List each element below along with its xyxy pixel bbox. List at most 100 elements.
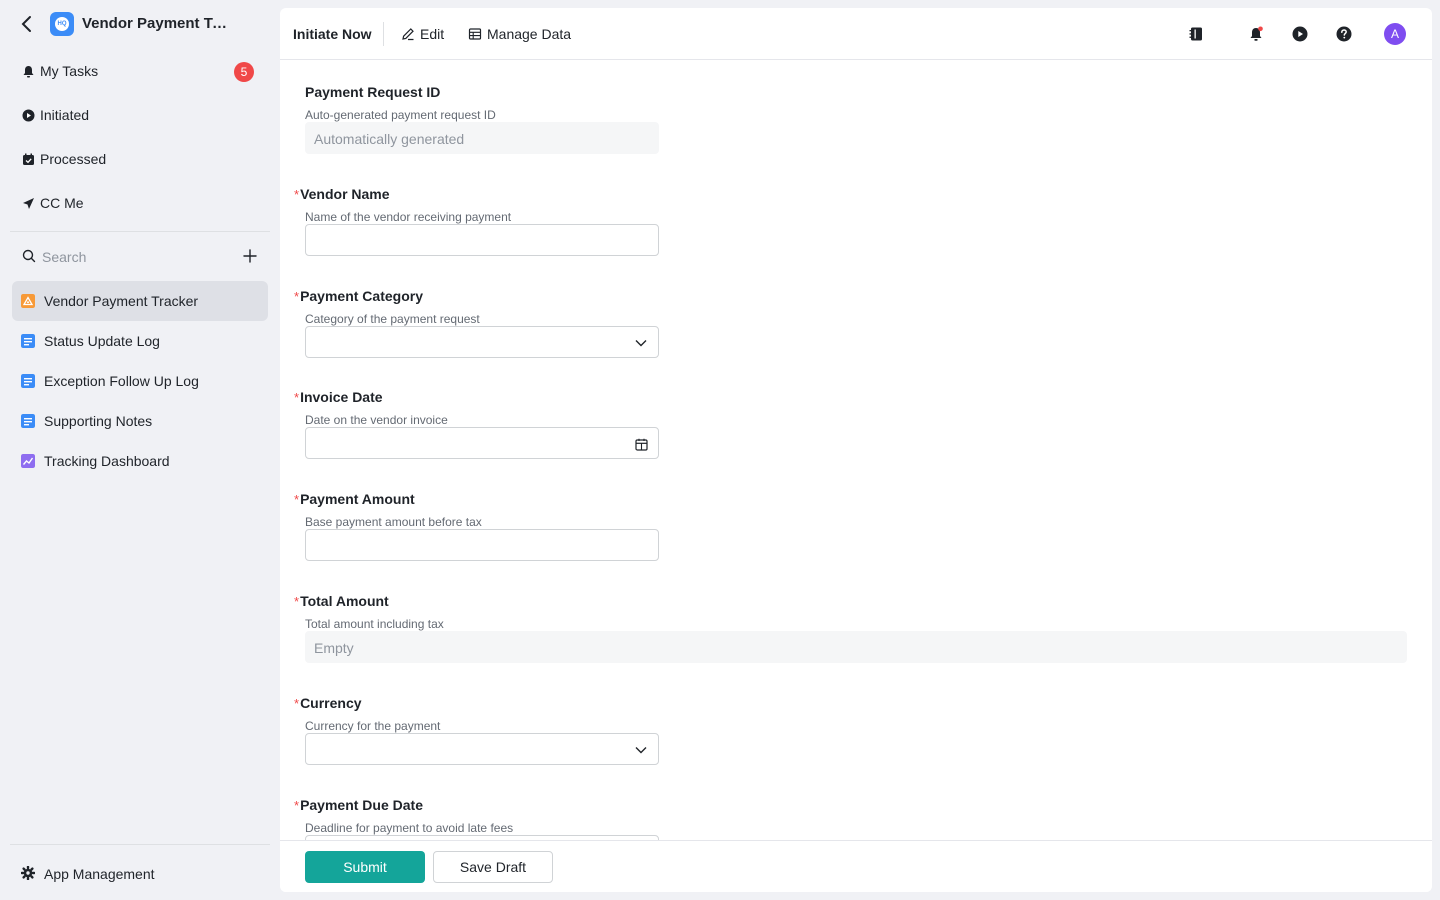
- chevron-left-icon: [21, 16, 31, 32]
- calendar-icon: [634, 437, 648, 451]
- page-label: Exception Follow Up Log: [44, 373, 199, 389]
- required-mark: *: [294, 696, 300, 711]
- sidebar: HQ Vendor Payment Tra... My Tasks 5 Init…: [0, 0, 280, 900]
- field-description: Category of the payment request: [305, 312, 480, 326]
- chart-icon: [21, 454, 35, 468]
- user-avatar[interactable]: A: [1384, 23, 1406, 45]
- field-description: Currency for the payment: [305, 719, 441, 733]
- invoice-date-picker[interactable]: [305, 427, 659, 459]
- total-amount-input: Empty: [305, 631, 1407, 663]
- gear-icon: [21, 866, 35, 880]
- required-mark: *: [294, 390, 300, 405]
- page-label: Tracking Dashboard: [44, 453, 170, 469]
- field-description: Base payment amount before tax: [305, 515, 482, 529]
- nav-my-tasks[interactable]: My Tasks 5: [12, 54, 268, 90]
- page-label: Status Update Log: [44, 333, 160, 349]
- edit-button[interactable]: Edit: [401, 20, 444, 48]
- sidebar-search[interactable]: Search: [12, 240, 268, 274]
- toolbar: Initiate Now Edit Manage Data A: [280, 8, 1432, 60]
- app-logo-text: HQ: [55, 17, 69, 31]
- page-item-exception-follow-up-log[interactable]: Exception Follow Up Log: [12, 361, 268, 401]
- bell-icon: [1250, 26, 1263, 41]
- app-logo: HQ: [50, 12, 74, 36]
- payment-amount-input[interactable]: [305, 529, 659, 561]
- back-button[interactable]: [16, 14, 36, 34]
- vendor-name-input[interactable]: [305, 224, 659, 256]
- nav-my-tasks-label: My Tasks: [40, 63, 99, 79]
- field-label: *Payment Amount: [294, 491, 415, 507]
- toolbar-divider: [383, 22, 384, 46]
- form-area: Payment Request ID Auto-generated paymen…: [280, 60, 1432, 840]
- edit-label: Edit: [420, 26, 445, 42]
- preview-button[interactable]: [1290, 24, 1310, 44]
- calendar-check-icon: [22, 153, 35, 166]
- app-management-button[interactable]: App Management: [12, 856, 268, 892]
- play-circle-icon: [1292, 26, 1308, 42]
- notebook-button[interactable]: [1186, 24, 1206, 44]
- submit-button[interactable]: Submit: [305, 851, 425, 883]
- required-mark: *: [294, 289, 300, 304]
- page-item-supporting-notes[interactable]: Supporting Notes: [12, 401, 268, 441]
- doc-icon: [21, 334, 35, 348]
- required-mark: *: [294, 492, 300, 507]
- field-label: *Vendor Name: [294, 186, 390, 202]
- required-mark: *: [294, 594, 300, 609]
- chevron-down-icon: [634, 743, 648, 757]
- toolbar-title[interactable]: Initiate Now: [293, 26, 372, 42]
- field-description: Total amount including tax: [305, 617, 444, 631]
- field-label: Payment Request ID: [305, 84, 441, 100]
- help-icon: [1336, 26, 1352, 42]
- page-label: Vendor Payment Tracker: [44, 293, 199, 309]
- main-panel: Initiate Now Edit Manage Data A Payment …: [280, 8, 1432, 892]
- search-placeholder: Search: [42, 249, 87, 265]
- field-label: *Payment Category: [294, 288, 423, 304]
- nav-cc-me[interactable]: CC Me: [12, 186, 268, 222]
- currency-select[interactable]: [305, 733, 659, 765]
- nav-processed-label: Processed: [40, 151, 107, 167]
- notifications-button[interactable]: [1246, 24, 1266, 44]
- form-footer: Submit Save Draft: [280, 840, 1432, 892]
- nav-initiated-label: Initiated: [40, 107, 90, 123]
- field-label: *Invoice Date: [294, 389, 383, 405]
- table-icon: [468, 27, 482, 41]
- payment-request-id-input: Automatically generated: [305, 122, 659, 154]
- form-icon: [21, 294, 35, 308]
- field-description: Name of the vendor receiving payment: [305, 210, 512, 224]
- bell-icon: [22, 65, 35, 78]
- field-description: Date on the vendor invoice: [305, 413, 448, 427]
- app-management-label: App Management: [44, 866, 155, 882]
- sidebar-divider: [10, 231, 270, 232]
- field-placeholder: Automatically generated: [314, 131, 465, 147]
- required-mark: *: [294, 798, 300, 813]
- help-button[interactable]: [1334, 24, 1354, 44]
- payment-category-select[interactable]: [305, 326, 659, 358]
- doc-icon: [21, 374, 35, 388]
- add-page-button[interactable]: [240, 246, 260, 266]
- field-placeholder: Empty: [314, 640, 354, 656]
- nav-cc-me-label: CC Me: [40, 195, 84, 211]
- manage-data-button[interactable]: Manage Data: [468, 20, 571, 48]
- send-icon: [22, 197, 35, 210]
- page-item-tracking-dashboard[interactable]: Tracking Dashboard: [12, 441, 268, 481]
- pencil-icon: [401, 27, 415, 41]
- plus-icon: [243, 249, 257, 263]
- play-circle-icon: [22, 109, 35, 122]
- save-draft-button[interactable]: Save Draft: [433, 851, 553, 883]
- required-mark: *: [294, 187, 300, 202]
- page-label: Supporting Notes: [44, 413, 153, 429]
- field-label: *Total Amount: [294, 593, 389, 609]
- app-title: Vendor Payment Tra...: [82, 15, 232, 32]
- tasks-count-badge: 5: [234, 62, 254, 82]
- chevron-down-icon: [634, 336, 648, 350]
- doc-icon: [21, 414, 35, 428]
- page-item-status-update-log[interactable]: Status Update Log: [12, 321, 268, 361]
- nav-initiated[interactable]: Initiated: [12, 98, 268, 134]
- sidebar-bottom-divider: [10, 844, 270, 845]
- notebook-icon: [1189, 27, 1202, 41]
- nav-processed[interactable]: Processed: [12, 142, 268, 178]
- field-label: *Payment Due Date: [294, 797, 423, 813]
- page-item-vendor-payment-tracker[interactable]: Vendor Payment Tracker: [12, 281, 268, 321]
- field-description: Auto-generated payment request ID: [305, 108, 496, 122]
- manage-data-label: Manage Data: [487, 26, 572, 42]
- field-description: Deadline for payment to avoid late fees: [305, 821, 514, 835]
